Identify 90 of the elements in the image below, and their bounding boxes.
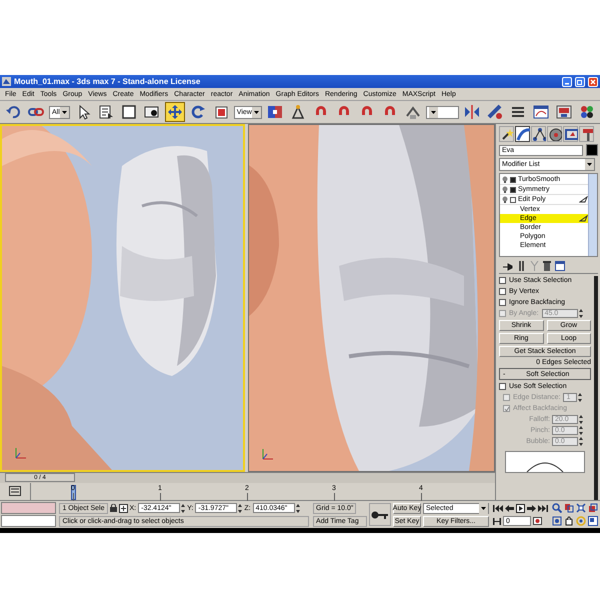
absolute-mode-icon[interactable]: [118, 504, 128, 512]
zoom-extents-all-icon[interactable]: [588, 503, 598, 513]
sub-object-icon: [579, 196, 588, 203]
minimize-button[interactable]: [562, 76, 572, 86]
color-swatch[interactable]: [586, 144, 598, 156]
expand-toggle[interactable]: [510, 196, 516, 202]
align-icon: [487, 104, 503, 120]
mini-curve-icon: [9, 486, 21, 496]
set-key-button[interactable]: [368, 503, 391, 526]
panel-tab[interactable]: [515, 126, 530, 142]
time-config-icon[interactable]: [533, 517, 542, 525]
manipulate-icon: [290, 104, 306, 120]
edit-selection-icon: [404, 104, 421, 120]
rectangle-icon: [120, 104, 137, 120]
axis-icon: [261, 447, 275, 461]
caret-icon: [254, 110, 259, 114]
curve-icon: [525, 460, 565, 472]
dropdown[interactable]: [426, 106, 459, 118]
undo-icon: [5, 104, 21, 120]
move-icon: [166, 104, 183, 120]
caret-icon: [430, 110, 436, 114]
zoom-extents-icon[interactable]: [576, 503, 586, 513]
window-crossing-icon: [144, 104, 160, 120]
checkbox[interactable]: [499, 288, 506, 295]
bulb-icon: [502, 196, 508, 203]
motion-icon: [548, 127, 562, 141]
lock-icon[interactable]: [110, 504, 116, 512]
restore-button[interactable]: [575, 76, 585, 86]
go-to-start-icon[interactable]: [493, 504, 503, 512]
scale-icon: [212, 104, 229, 120]
fork-icon: [530, 261, 539, 271]
list-icon: [98, 104, 114, 120]
sub-object-icon: [579, 215, 588, 222]
bars-icon: [517, 261, 526, 271]
expand-toggle[interactable]: [510, 186, 516, 192]
close-button[interactable]: [588, 76, 598, 86]
panel-tab[interactable]: [579, 126, 594, 142]
zoom-icon[interactable]: [552, 503, 562, 513]
pivot-icon: [266, 104, 283, 120]
key-icon: [370, 510, 389, 518]
field-of-view-icon[interactable]: [552, 516, 562, 526]
key-mode-icon[interactable]: [493, 518, 501, 524]
next-frame-icon[interactable]: [527, 504, 536, 512]
bulb-icon: [502, 176, 508, 183]
pin-icon: [502, 262, 513, 270]
checkbox[interactable]: [499, 277, 506, 284]
window-icon: [555, 261, 565, 271]
scrollbar[interactable]: [594, 276, 598, 500]
maximize-viewport-icon[interactable]: [588, 516, 598, 526]
previous-frame-icon[interactable]: [505, 504, 514, 512]
rotate-icon: [190, 104, 206, 120]
check-icon: [504, 406, 510, 412]
create-icon: [500, 127, 514, 141]
layers-icon: [510, 104, 526, 120]
close-icon: [590, 78, 596, 84]
zoom-all-icon[interactable]: [564, 503, 574, 513]
scrollbar[interactable]: [588, 174, 597, 256]
trash-icon: [543, 261, 551, 271]
panel-tab[interactable]: [547, 126, 562, 142]
listener-field[interactable]: [1, 502, 56, 514]
pin-stack-button[interactable]: [502, 262, 513, 270]
end-result-button[interactable]: [517, 261, 526, 271]
go-to-end-icon[interactable]: [538, 504, 548, 512]
restore-icon: [577, 78, 583, 84]
curve-editor-icon: [533, 104, 549, 120]
render-scene-icon: [556, 104, 572, 120]
checkbox[interactable]: [499, 383, 506, 390]
bulb-icon: [502, 186, 508, 193]
caret-icon: [62, 110, 67, 114]
checkbox[interactable]: [499, 299, 506, 306]
configure-button[interactable]: [555, 261, 565, 271]
listener-field[interactable]: [1, 515, 56, 527]
orbit-icon[interactable]: [576, 516, 586, 526]
spheres-icon: [579, 104, 595, 120]
caret-icon: [481, 506, 486, 510]
remove-modifier-button[interactable]: [543, 261, 551, 271]
display-icon: [564, 127, 578, 141]
play-icon[interactable]: [516, 504, 525, 512]
pan-icon[interactable]: [564, 516, 574, 526]
panel-tab[interactable]: [499, 126, 514, 142]
caret-icon: [587, 163, 592, 166]
axis-icon: [14, 446, 28, 460]
panel-tab[interactable]: [563, 126, 578, 142]
mirror-icon: [464, 104, 480, 120]
modify-icon: [516, 127, 530, 141]
expand-toggle[interactable]: [510, 176, 516, 182]
window-title: Mouth_01.max - 3ds max 7 - Stand-alone License: [14, 77, 202, 86]
app-icon: [2, 77, 11, 86]
hierarchy-icon: [532, 127, 546, 141]
panel-tab[interactable]: [531, 126, 546, 142]
